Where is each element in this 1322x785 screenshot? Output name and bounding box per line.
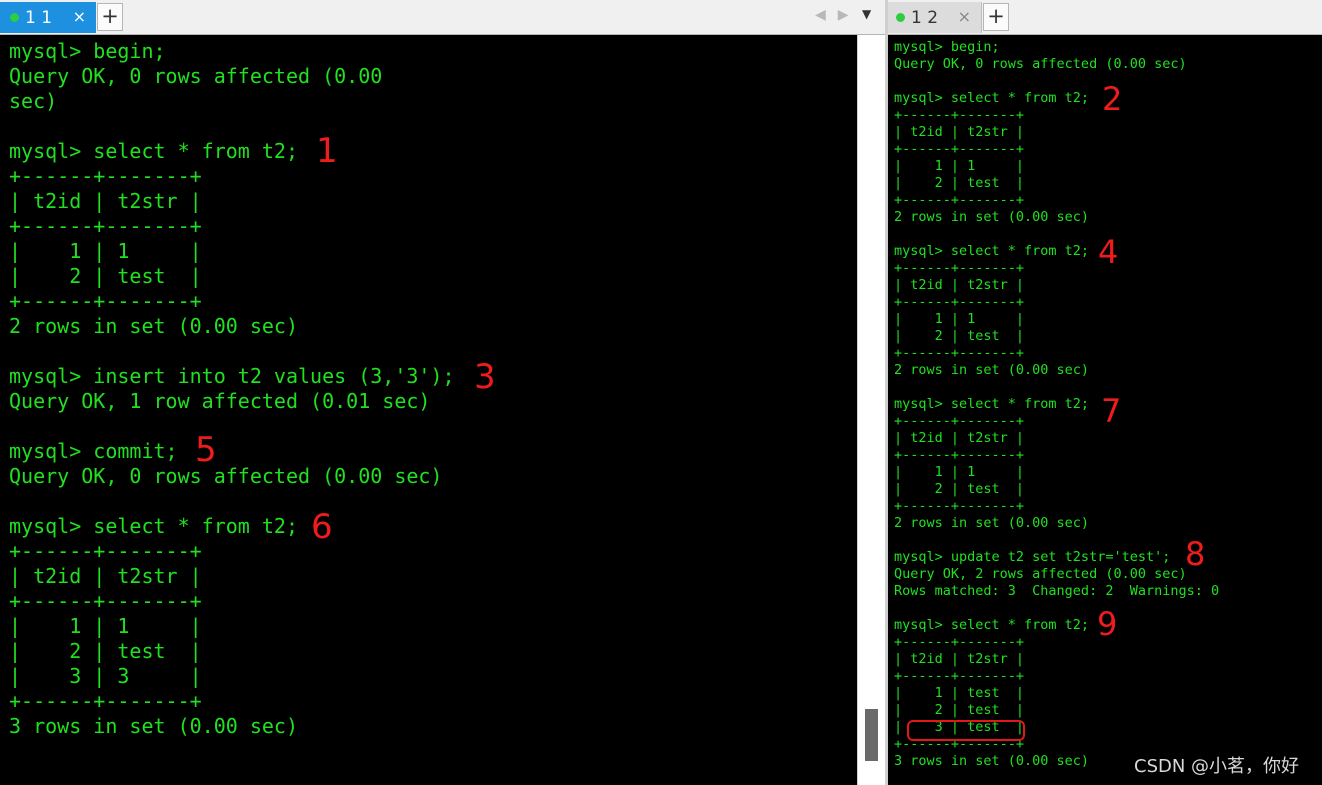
step-annotation-5: 5 <box>195 430 217 470</box>
csdn-watermark: CSDN @小茗，你好 <box>1134 756 1300 777</box>
tab-label: 1 2 <box>911 7 939 28</box>
close-tab-icon[interactable]: × <box>73 7 86 26</box>
terminal-text: mysql> begin; Query OK, 0 rows affected … <box>9 39 455 738</box>
new-tab-button[interactable]: + <box>97 3 123 31</box>
vertical-scrollbar[interactable] <box>857 35 885 785</box>
connected-status-icon <box>10 13 19 22</box>
left-terminal-pane[interactable]: 1 1 × + ◀▶ ▼ mysql> begin; Query OK, 0 r… <box>0 0 885 785</box>
step-annotation-6: 6 <box>311 507 333 547</box>
step-annotation-9: 9 <box>1097 605 1118 643</box>
step-annotation-8: 8 <box>1185 535 1206 573</box>
connected-status-icon <box>896 13 905 22</box>
close-tab-icon[interactable]: × <box>958 7 971 26</box>
scrollbar-thumb[interactable] <box>865 709 878 761</box>
step-annotation-4: 4 <box>1098 233 1119 271</box>
step-annotation-1: 1 <box>316 131 338 171</box>
tab-list-dropdown-icon[interactable]: ▼ <box>862 7 871 21</box>
tab-session-1-2[interactable]: 1 2 × <box>888 2 982 33</box>
step-annotation-2: 2 <box>1102 80 1123 118</box>
left-tab-bar: 1 1 × + ◀▶ ▼ <box>0 0 885 35</box>
step-annotation-3: 3 <box>474 357 496 397</box>
right-terminal-pane[interactable]: 1 2 × + mysql> begin; Query OK, 0 rows a… <box>888 0 1322 785</box>
right-tab-bar: 1 2 × + <box>888 0 1322 35</box>
step-annotation-7: 7 <box>1101 392 1122 430</box>
tab-scroll-arrows-icon[interactable]: ◀▶ <box>815 7 861 23</box>
highlight-row-3-box <box>907 720 1025 741</box>
left-terminal-output[interactable]: mysql> begin; Query OK, 0 rows affected … <box>0 35 858 785</box>
tab-label: 1 1 <box>25 7 53 28</box>
new-tab-button[interactable]: + <box>983 3 1009 31</box>
tab-session-1-1[interactable]: 1 1 × <box>0 2 96 33</box>
